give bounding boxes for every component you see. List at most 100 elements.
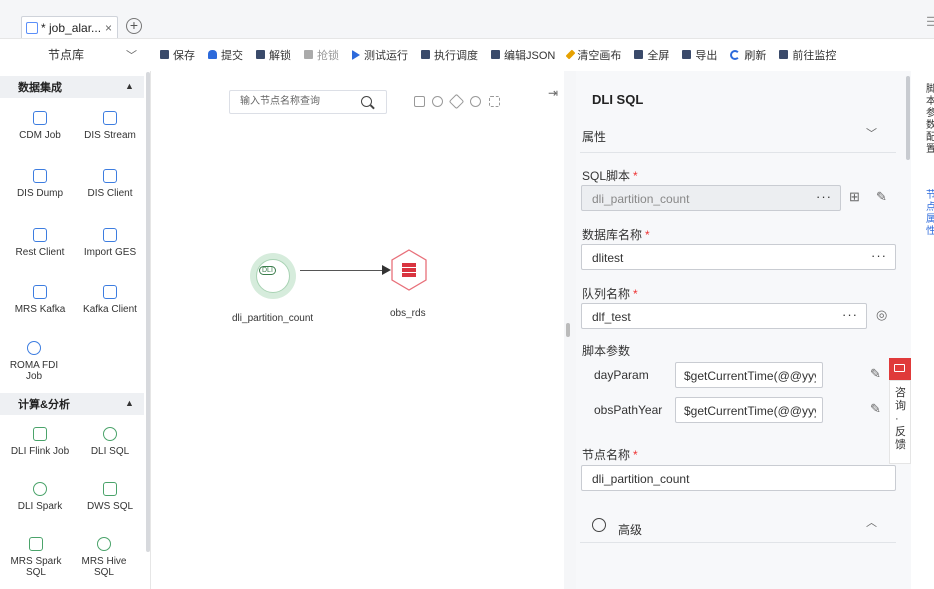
node-dli-spark[interactable]: DLI Spark [6, 482, 74, 512]
select-tool-icon[interactable] [414, 96, 425, 107]
feedback-tab[interactable]: 咨询·反馈 [889, 380, 911, 464]
tab-node-attributes[interactable]: 节点属性 [926, 190, 934, 238]
advanced-section[interactable]: 高级 [618, 521, 642, 538]
collapse-icon[interactable]: ▲ [125, 398, 134, 408]
collapse-panel-icon[interactable]: ⇥ [548, 86, 558, 100]
lock-icon [304, 50, 313, 59]
dli-spark-icon [33, 482, 47, 496]
eraser-icon [565, 49, 576, 60]
node-rest-client[interactable]: Rest Client [6, 228, 74, 258]
cloud-icon [256, 259, 290, 293]
sql-script-label: SQL脚本 * [582, 169, 638, 183]
node-mrs-spark-sql[interactable]: MRS Spark SQL [6, 537, 66, 578]
dis-stream-icon [103, 111, 117, 125]
section-compute-analysis[interactable]: 计算&分析 ▲ [0, 393, 144, 415]
menu-icon[interactable]: ☰ [926, 14, 934, 30]
more-icon[interactable]: ··· [842, 307, 858, 322]
advanced-icon [592, 518, 606, 532]
job-icon [26, 21, 38, 34]
tab-script-params[interactable]: 脚本参数配置 [926, 84, 934, 156]
edit-icon[interactable]: ✎ [876, 189, 887, 205]
queue-select[interactable]: dlf_test ··· [581, 303, 867, 329]
node-search-box[interactable] [229, 90, 387, 114]
section-title: 计算&分析 [18, 399, 70, 411]
canvas-node-label: obs_rds [390, 308, 426, 319]
node-dli-sql[interactable]: DLI SQL [76, 427, 144, 457]
database-select[interactable]: dlitest ··· [581, 244, 896, 270]
chevron-down-icon[interactable]: ﹀ [866, 125, 877, 141]
arrow-icon [382, 265, 391, 275]
section-title: 数据集成 [18, 82, 62, 94]
node-mrs-kafka[interactable]: MRS Kafka [6, 285, 74, 315]
search-icon[interactable] [361, 96, 372, 107]
dli-sql-icon [103, 427, 117, 441]
node-dis-dump[interactable]: DIS Dump [6, 169, 74, 199]
refresh-button[interactable]: 刷新 [730, 47, 766, 63]
eye-icon[interactable]: ◎ [876, 307, 887, 323]
drag-handle[interactable] [566, 323, 570, 337]
feedback-button[interactable] [889, 358, 911, 380]
canvas-node-dli-sql[interactable]: DLI [250, 253, 296, 299]
job-tab[interactable]: * job_alar... × [21, 16, 118, 38]
param-value-field[interactable]: $getCurrentTime(@@yyyyMMdd [675, 362, 823, 388]
node-import-ges[interactable]: Import GES [76, 228, 144, 258]
unlock-button[interactable]: 解锁 [256, 47, 291, 63]
add-tab-icon[interactable]: + [126, 18, 142, 34]
chevron-up-icon[interactable]: ︿ [866, 514, 877, 530]
dis-dump-icon [33, 169, 47, 183]
add-script-icon[interactable]: ⊞ [849, 189, 860, 205]
clear-canvas-button[interactable]: 清空画布 [565, 47, 621, 63]
export-button[interactable]: 导出 [682, 47, 717, 63]
section-attributes[interactable]: 属性 [582, 128, 606, 145]
kafka-client-icon [103, 285, 117, 299]
node-roma-fdi-job[interactable]: ROMA FDI Job [6, 341, 62, 382]
dws-sql-icon [103, 482, 117, 496]
grid-icon[interactable] [489, 96, 500, 107]
edit-icon[interactable]: ✎ [870, 366, 881, 382]
connect-tool-icon[interactable] [432, 96, 443, 107]
node-search-input[interactable] [238, 95, 352, 108]
divider [580, 152, 896, 153]
go-monitor-button[interactable]: 前往监控 [779, 47, 836, 63]
node-library-sidebar: 数据集成 ▲ CDM Job DIS Stream DIS Dump DIS C… [0, 71, 151, 589]
node-dli-flink-job[interactable]: DLI Flink Job [6, 427, 74, 457]
edit-json-button[interactable]: 编辑JSON [491, 47, 555, 63]
more-icon[interactable]: ··· [816, 189, 832, 204]
save-icon [160, 50, 169, 59]
sql-script-field[interactable]: dli_partition_count ··· [581, 185, 841, 211]
node-mrs-hive-sql[interactable]: MRS Hive SQL [76, 537, 132, 578]
connection-edge[interactable] [300, 270, 386, 271]
workflow-canvas[interactable] [151, 71, 564, 589]
execute-schedule-button[interactable]: 执行调度 [421, 47, 478, 63]
fullscreen-button[interactable]: 全屏 [634, 47, 669, 63]
canvas-node-obs-rds[interactable] [391, 249, 427, 291]
toolbar: 保存 提交 解锁 抢锁 测试运行 执行调度 编辑JSON 清空画布 全屏 导出 … [160, 38, 849, 71]
more-icon[interactable]: ··· [871, 248, 887, 263]
param-name: dayParam [594, 368, 649, 382]
node-kafka-client[interactable]: Kafka Client [76, 285, 144, 315]
layout-tool-icon[interactable] [470, 96, 481, 107]
roma-fdi-icon [27, 341, 41, 355]
tab-bar [0, 0, 934, 39]
node-dws-sql[interactable]: DWS SQL [76, 482, 144, 512]
submit-button[interactable]: 提交 [208, 47, 243, 63]
edit-icon[interactable]: ✎ [870, 401, 881, 417]
test-run-button[interactable]: 测试运行 [352, 47, 408, 63]
collapse-icon[interactable]: ▲ [125, 81, 134, 91]
node-dis-stream[interactable]: DIS Stream [76, 111, 144, 141]
cloud-upload-icon [208, 50, 217, 59]
param-value-field[interactable]: $getCurrentTime(@@yyyy/MM/ [675, 397, 823, 423]
properties-panel [576, 71, 911, 589]
save-button[interactable]: 保存 [160, 47, 195, 63]
panel-scrollbar[interactable] [906, 76, 910, 160]
section-data-integration[interactable]: 数据集成 ▲ [0, 76, 144, 98]
canvas-node-label: dli_partition_count [232, 313, 314, 324]
node-cdm-job[interactable]: CDM Job [6, 111, 74, 141]
sidebar-scrollbar[interactable] [146, 72, 150, 552]
grab-lock-button[interactable]: 抢锁 [304, 47, 339, 63]
play-icon [352, 49, 360, 60]
node-dis-client[interactable]: DIS Client [76, 169, 144, 199]
close-icon[interactable]: × [105, 21, 112, 35]
node-library-selector[interactable]: 节点库 ﹀ [0, 38, 150, 71]
node-name-input[interactable]: dli_partition_count [581, 465, 896, 491]
